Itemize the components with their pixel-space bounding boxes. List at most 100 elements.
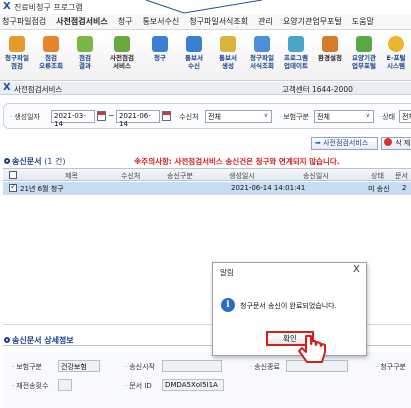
table-row[interactable]: 21년 6월 청구 2021-06-14 14:01:41 미 송신 2 xyxy=(3,182,411,195)
warning-notice: ※주의사항: 사전점검서비스 송신건은 청구와 연계되지 않습니다. xyxy=(134,157,340,166)
insurance-select[interactable]: 전체 ∨ xyxy=(314,110,374,123)
pre-check-send-label: 사전점검서비스 xyxy=(323,139,369,147)
toolbar-pre-check-service-label: 사전점검 서비스 xyxy=(110,54,134,70)
toolbar-file-check-label: 청구파일 점검 xyxy=(5,54,29,70)
toolbar-pre-check-service-button[interactable]: 사전점검 서비스 xyxy=(104,34,140,80)
date-from-input[interactable]: 2021-03-14 xyxy=(51,110,95,128)
subwindow-header: X 사전점검서비스 고객센터 1644-2000 xyxy=(0,82,411,95)
call-center-text: 고객센터 1644-2000 xyxy=(282,85,353,94)
chevron-down-icon: ∨ xyxy=(263,112,268,119)
column-doc[interactable]: 문서 xyxy=(395,171,408,181)
send-docs-title: 송신문서 (1 건) xyxy=(4,156,66,167)
status-select-value: 전체 xyxy=(402,113,411,121)
update-icon xyxy=(288,36,304,52)
send-docs-title-text: 송신문서 xyxy=(12,157,42,166)
detail-insurance-label: 보험구분 xyxy=(12,362,42,372)
toolbar-notice-receive-label: 통보서 수신 xyxy=(185,54,203,70)
toolbar-form-search-button[interactable]: 청구파일 서식조회 xyxy=(247,34,277,80)
menu-portal[interactable]: 요양기관업무포털 xyxy=(283,16,342,27)
form-search-icon xyxy=(254,36,270,52)
toolbar-portal-label: 요양기관 업무포털 xyxy=(352,54,376,70)
notice-receive-icon xyxy=(186,36,202,52)
detail-resend-label: 재전송횟수 xyxy=(12,381,48,391)
claim-icon xyxy=(152,36,168,52)
menu-pre-check-service[interactable]: 사전점검서비스 xyxy=(56,16,108,27)
notice-create-icon xyxy=(220,36,236,52)
detail-send-end-label: 송신종료 xyxy=(250,362,280,372)
menu-help[interactable]: 도움말 xyxy=(352,16,374,27)
toolbar-notice-create-label: 통보서 생성 xyxy=(219,54,237,70)
row-doc: 2 xyxy=(402,184,407,192)
table-header: 제목 수신처 송신구분 생성일시 송신일시 상태 문서 xyxy=(3,168,411,181)
detail-doc-id-label: 문서 ID xyxy=(125,381,152,391)
receiver-select-value: 전체 xyxy=(208,113,221,121)
send-arrow-icon: ➡ xyxy=(315,139,321,147)
detail-send-start-field xyxy=(162,360,222,372)
pre-check-send-button[interactable]: ➡ 사전점검서비스 xyxy=(311,137,378,150)
section-bullet-icon xyxy=(4,337,10,343)
row-checkbox[interactable] xyxy=(9,182,17,192)
receiver-select[interactable]: 전체 ∨ xyxy=(205,110,272,123)
hand-cursor-icon xyxy=(298,335,326,363)
toolbar-portal-button[interactable]: 요양기관 업무포털 xyxy=(349,34,379,80)
column-sent[interactable]: 송신일시 xyxy=(303,171,329,181)
create-date-label: 생성일자 xyxy=(10,112,40,122)
detail-send-start-label: 송신시작 xyxy=(125,362,155,372)
menu-file-check[interactable]: 청구파일점검 xyxy=(2,16,46,27)
chevron-down-icon: ∨ xyxy=(365,112,370,119)
column-status[interactable]: 상태 xyxy=(371,171,384,181)
subwindow-logo-icon: X xyxy=(3,82,11,93)
detail-insurance-field: 건강보험 xyxy=(58,360,100,372)
dialog-close-button[interactable]: X xyxy=(353,264,360,275)
menu-bar: 청구파일점검 사전점검서비스 청구 통보서수신 청구파일서식조회 관리 요양기관… xyxy=(0,14,411,30)
delete-button[interactable]: 삭 제 xyxy=(381,137,411,150)
title-bar: X 진료비청구 프로그램 xyxy=(0,0,411,14)
portal-icon xyxy=(356,36,372,52)
alert-dialog: 알림 X i 청구문서 송신이 완료되었습니다. 확인 xyxy=(212,262,367,356)
section-bullet-icon xyxy=(4,158,10,164)
toolbar-e-portal-label: E-포털 시스템 xyxy=(386,54,406,70)
insurance-label: 보험구분 xyxy=(279,112,309,122)
menu-claim[interactable]: 청구 xyxy=(118,16,133,27)
delete-icon xyxy=(384,138,392,146)
dialog-message: 청구문서 송신이 완료되었습니다. xyxy=(240,302,337,310)
date-to-input[interactable]: 2021-06-14 xyxy=(116,110,160,128)
toolbar-settings-button[interactable]: 환경설정 xyxy=(315,34,345,80)
status-label: 상태 xyxy=(378,112,395,122)
toolbar: 청구파일 점검 점검 오류조회 점검 결과 사전점검 서비스 청구 통보서 수신… xyxy=(0,31,411,81)
column-created[interactable]: 생성일시 xyxy=(229,171,255,181)
pre-check-service-icon xyxy=(114,36,130,52)
toolbar-claim-label: 청구 xyxy=(154,54,166,62)
check-result-icon xyxy=(77,36,93,52)
dialog-title: 알림 xyxy=(220,268,234,277)
menu-manage[interactable]: 관리 xyxy=(258,16,273,27)
e-portal-icon xyxy=(388,36,404,52)
row-created: 2021-06-14 14:01:41 xyxy=(231,184,306,192)
file-check-icon xyxy=(9,36,25,52)
calendar-icon[interactable] xyxy=(162,111,171,121)
menu-form-search[interactable]: 청구파일서식조회 xyxy=(189,16,248,27)
toolbar-claim-button[interactable]: 청구 xyxy=(145,34,175,80)
app-logo-icon: X xyxy=(3,1,11,12)
insurance-select-value: 전체 xyxy=(317,113,330,121)
column-send-type[interactable]: 송신구분 xyxy=(167,171,193,181)
toolbar-notice-receive-button[interactable]: 통보서 수신 xyxy=(179,34,209,80)
menu-notice-receive[interactable]: 통보서수신 xyxy=(142,16,179,27)
toolbar-error-search-label: 점검 오류조회 xyxy=(39,54,63,70)
select-all-checkbox[interactable] xyxy=(9,171,17,179)
column-receiver[interactable]: 수신처 xyxy=(121,171,140,181)
toolbar-check-result-button[interactable]: 점검 결과 xyxy=(70,34,100,80)
column-title[interactable]: 제목 xyxy=(65,171,78,181)
toolbar-update-button[interactable]: 프로그램 업데이트 xyxy=(281,34,311,80)
calendar-icon[interactable] xyxy=(97,111,106,121)
toolbar-settings-label: 환경설정 xyxy=(318,54,342,62)
row-title: 21년 6월 청구 xyxy=(20,185,64,193)
status-select[interactable]: 전체 xyxy=(399,110,411,123)
toolbar-file-check-button[interactable]: 청구파일 점검 xyxy=(2,34,32,80)
toolbar-e-portal-button[interactable]: E-포털 시스템 xyxy=(381,34,411,80)
detail-resend-field xyxy=(58,379,72,391)
toolbar-notice-create-button[interactable]: 통보서 생성 xyxy=(213,34,243,80)
toolbar-form-search-label: 청구파일 서식조회 xyxy=(250,54,274,70)
detail-claim-label: 청구구분 xyxy=(376,362,406,372)
toolbar-error-search-button[interactable]: 점검 오류조회 xyxy=(36,34,66,80)
